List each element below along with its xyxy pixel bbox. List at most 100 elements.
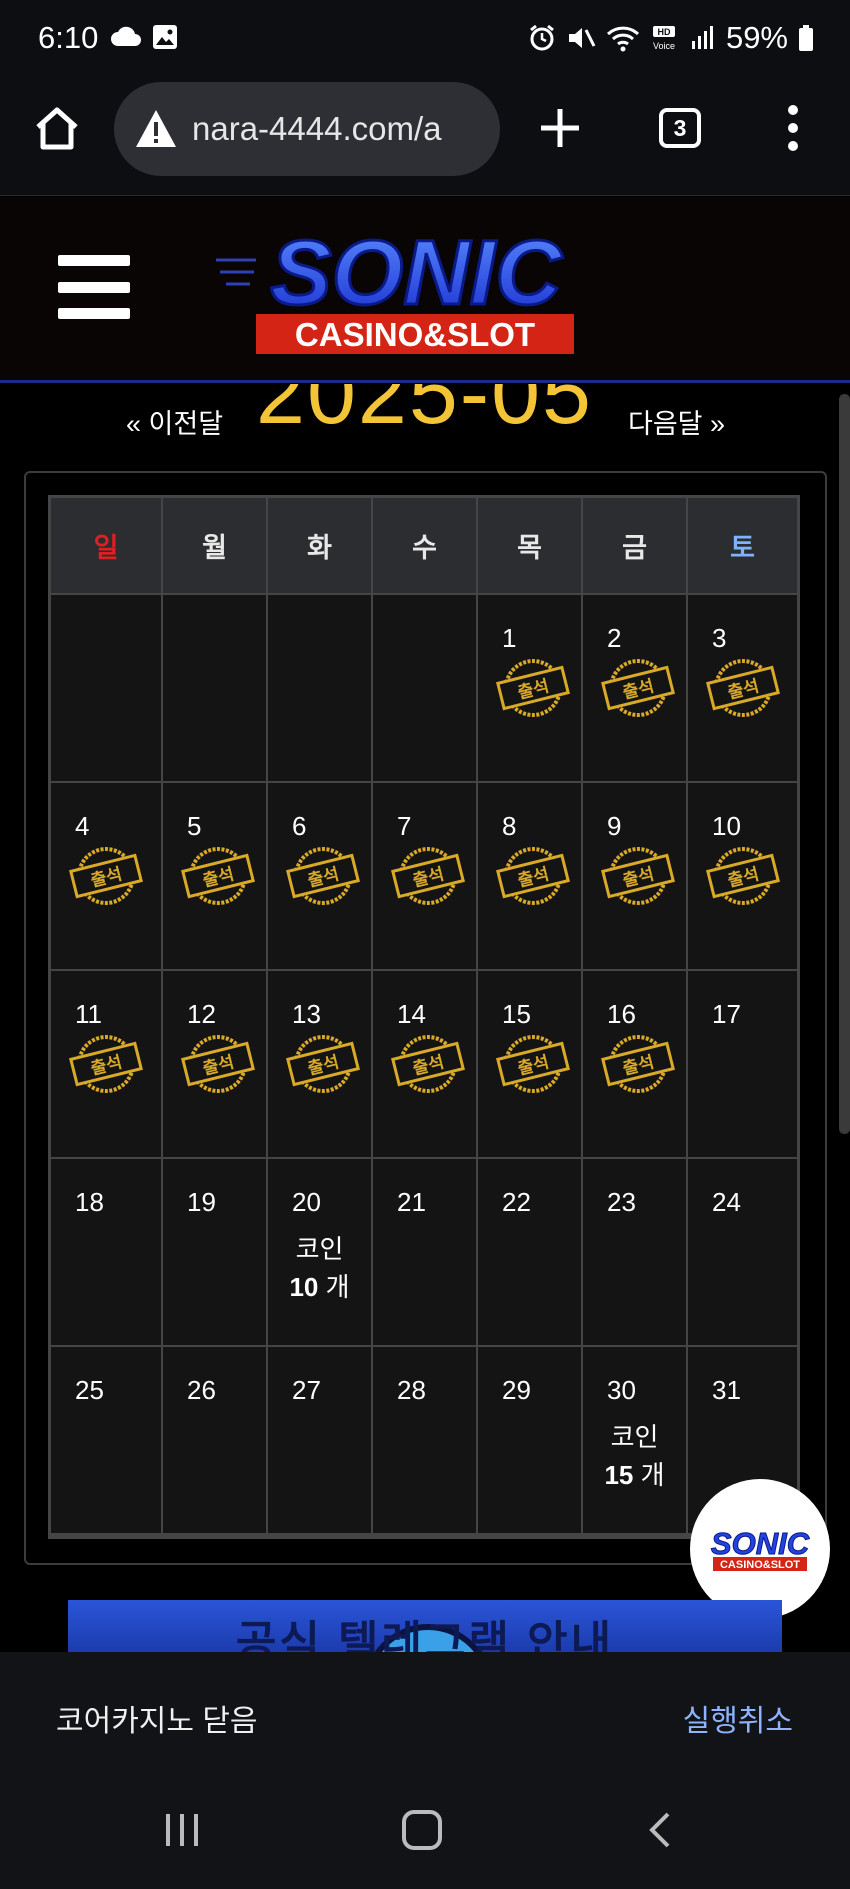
day-number: 30 <box>607 1375 636 1405</box>
image-icon <box>153 25 177 49</box>
calendar-day-13[interactable]: 13 출석 <box>267 970 372 1158</box>
more-options-icon[interactable] <box>778 103 808 153</box>
weekday-header-mon: 월 <box>162 497 267 594</box>
attendance-stamp-icon: 출석 <box>494 845 572 907</box>
calendar-day-21[interactable]: 21 <box>372 1158 477 1346</box>
svg-text:HD: HD <box>657 27 670 37</box>
svg-text:SONIC: SONIC <box>270 222 563 324</box>
calendar-day-23[interactable]: 23 <box>582 1158 687 1346</box>
calendar-day-18[interactable]: 18 <box>50 1158 162 1346</box>
url-text[interactable]: nara-4444.com/a <box>192 110 441 148</box>
undo-button[interactable]: 실행취소 <box>683 1696 793 1740</box>
day-number: 15 <box>502 999 531 1029</box>
next-month-link[interactable]: 다음달 » <box>628 402 725 441</box>
calendar-day-24[interactable]: 24 <box>687 1158 798 1346</box>
attendance-stamp-icon: 출석 <box>284 845 362 907</box>
system-navigation-bar <box>0 1778 850 1889</box>
weekday-header-thu: 목 <box>477 497 582 594</box>
day-number: 18 <box>75 1187 104 1217</box>
day-number: 11 <box>75 999 102 1029</box>
tab-switcher-button[interactable]: 3 <box>659 108 701 148</box>
sonic-logo-small: SONIC CASINO&SLOT <box>710 1526 810 1571</box>
calendar-day-7[interactable]: 7 출석 <box>372 782 477 970</box>
day-number: 10 <box>712 811 741 841</box>
day-number: 4 <box>75 811 90 841</box>
home-button[interactable] <box>402 1810 442 1850</box>
calendar-day-10[interactable]: 10 출석 <box>687 782 798 970</box>
telegram-banner-text: 공식 텔레그램 안내 <box>235 1618 615 1652</box>
calendar-day-15[interactable]: 15 출석 <box>477 970 582 1158</box>
weekday-header-sun: 일 <box>50 497 162 594</box>
calendar-day-20[interactable]: 20 코인 10 개 <box>267 1158 372 1346</box>
coin-label: 코인 <box>610 1422 659 1452</box>
calendar-day-22[interactable]: 22 <box>477 1158 582 1346</box>
day-number: 17 <box>712 999 741 1029</box>
attendance-calendar: 일 월 화 수 목 금 토 1 출석 2 출석 3 출석 4 출석 5 출석 6 출석 7 출석 8 출석 9 출석 10 출석 11… <box>48 495 800 1539</box>
coin-unit: 개 <box>640 1460 665 1490</box>
month-navigation: 2025-05 « 이전달 다음달 » <box>0 384 850 464</box>
coin-label: 코인 <box>295 1234 344 1264</box>
svg-text:Voice: Voice <box>653 41 675 51</box>
calendar-day-9[interactable]: 9 출석 <box>582 782 687 970</box>
sonic-logo[interactable]: SONIC CASINO&SLOT <box>216 222 606 357</box>
coin-amount: 10 <box>289 1272 319 1302</box>
calendar-day-16[interactable]: 16 출석 <box>582 970 687 1158</box>
battery-icon <box>799 25 813 51</box>
day-number: 24 <box>712 1187 741 1217</box>
calendar-day-5[interactable]: 5 출석 <box>162 782 267 970</box>
status-time: 6:10 <box>38 20 99 55</box>
day-number: 20 <box>292 1187 321 1217</box>
mute-icon <box>568 28 596 48</box>
back-icon[interactable] <box>644 1810 674 1850</box>
day-number: 25 <box>75 1375 104 1405</box>
calendar-day-29[interactable]: 29 <box>477 1346 582 1534</box>
attendance-stamp-icon: 출석 <box>389 1033 467 1095</box>
calendar-day-3[interactable]: 3 출석 <box>687 594 798 782</box>
page-scrollbar[interactable] <box>839 394 850 1134</box>
calendar-day-8[interactable]: 8 출석 <box>477 782 582 970</box>
attendance-stamp-icon: 출석 <box>67 845 145 907</box>
calendar-day-27[interactable]: 27 <box>267 1346 372 1534</box>
alarm-icon <box>530 24 554 51</box>
hamburger-menu-icon[interactable] <box>58 255 130 319</box>
weekday-header-wed: 수 <box>372 497 477 594</box>
day-number: 14 <box>397 999 426 1029</box>
calendar-day-30[interactable]: 30 코인 15 개 <box>582 1346 687 1534</box>
recent-apps-icon[interactable] <box>162 1810 202 1850</box>
day-number: 3 <box>712 623 727 653</box>
calendar-day-25[interactable]: 25 <box>50 1346 162 1534</box>
calendar-day-14[interactable]: 14 출석 <box>372 970 477 1158</box>
day-number: 9 <box>607 811 622 841</box>
calendar-day-19[interactable]: 19 <box>162 1158 267 1346</box>
calendar-day-11[interactable]: 11 출석 <box>50 970 162 1158</box>
calendar-day-2[interactable]: 2 출석 <box>582 594 687 782</box>
floating-sonic-button[interactable]: SONIC CASINO&SLOT <box>690 1479 830 1619</box>
weekday-header-fri: 금 <box>582 497 687 594</box>
hd-voice-icon: HD Voice <box>653 26 675 51</box>
calendar-day-17[interactable]: 17 <box>687 970 798 1158</box>
calendar-day-26[interactable]: 26 <box>162 1346 267 1534</box>
month-title: 2025-05 <box>256 384 593 442</box>
coin-reward: 15 개 <box>583 1455 686 1492</box>
calendar-day-4[interactable]: 4 출석 <box>50 782 162 970</box>
calendar-day-28[interactable]: 28 <box>372 1346 477 1534</box>
address-bar[interactable]: nara-4444.com/a <box>114 82 500 176</box>
attendance-stamp-icon: 출석 <box>494 657 572 719</box>
browser-toolbar: nara-4444.com/a 3 <box>0 78 850 196</box>
home-icon[interactable] <box>32 103 82 153</box>
svg-text:CASINO&SLOT: CASINO&SLOT <box>720 1559 800 1571</box>
attendance-stamp-icon: 출석 <box>179 845 257 907</box>
day-number: 5 <box>187 811 202 841</box>
status-bar: 6:10 HD Voice 59% <box>0 0 850 78</box>
new-tab-icon[interactable] <box>535 103 585 153</box>
telegram-banner[interactable]: 공식 텔레그램 안내 <box>68 1600 782 1652</box>
site-header: SONIC CASINO&SLOT <box>0 197 850 383</box>
day-number: 16 <box>607 999 636 1029</box>
calendar-day-1[interactable]: 1 출석 <box>477 594 582 782</box>
prev-month-link[interactable]: « 이전달 <box>126 402 223 441</box>
weekday-header-sat: 토 <box>687 497 798 594</box>
calendar-day-12[interactable]: 12 출석 <box>162 970 267 1158</box>
day-number: 28 <box>397 1375 426 1405</box>
calendar-day-6[interactable]: 6 출석 <box>267 782 372 970</box>
warning-icon[interactable] <box>134 107 178 151</box>
